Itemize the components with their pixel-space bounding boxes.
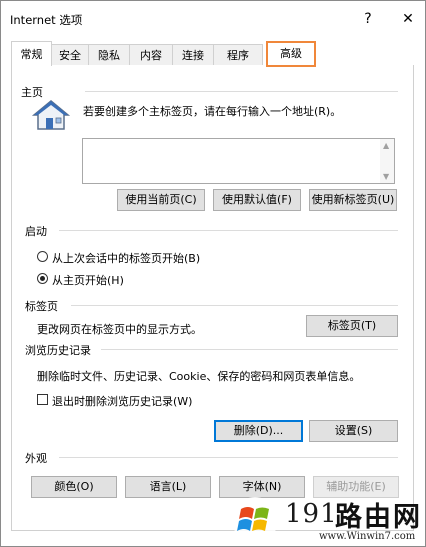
startup-home-label: 从主页开始(H): [52, 274, 124, 287]
internet-options-dialog: Internet 选项 ? ✕ 常规 安全 隐私 内容 连接 程序 高级 主页 …: [0, 0, 426, 547]
delete-history-button[interactable]: 删除(D)...: [214, 420, 303, 442]
windows-logo-icon: [232, 497, 278, 543]
help-button[interactable]: ?: [358, 9, 378, 29]
languages-button[interactable]: 语言(L): [125, 476, 211, 498]
watermark-brand: 路由网: [335, 502, 422, 533]
window-title: Internet 选项: [10, 13, 83, 27]
history-section-title: 浏览历史记录: [25, 344, 91, 357]
tab-programs[interactable]: 程序: [213, 44, 263, 65]
startup-section-title: 启动: [25, 225, 47, 238]
title-bar[interactable]: Internet 选项 ? ✕: [1, 1, 425, 37]
home-instruction: 若要创建多个主标签页，请在每行输入一个地址(R)。: [83, 105, 342, 118]
startup-last-session-radio[interactable]: [37, 251, 48, 262]
startup-section-divider: [59, 230, 398, 231]
tab-privacy[interactable]: 隐私: [88, 44, 130, 65]
home-section-divider: [85, 91, 398, 92]
delete-on-exit-checkbox[interactable]: [37, 394, 48, 405]
site-watermark: 191 路由网 www.Winwin7.com: [227, 489, 425, 546]
tab-connections[interactable]: 连接: [172, 44, 214, 65]
scroll-down-arrow-icon[interactable]: ▼: [383, 173, 389, 181]
scroll-up-arrow-icon[interactable]: ▲: [383, 142, 389, 150]
watermark-url: www.Winwin7.com: [319, 531, 416, 542]
startup-last-session-label: 从上次会话中的标签页开始(B): [52, 252, 201, 265]
appearance-section-title: 外观: [25, 452, 47, 465]
tabs-section-title: 标签页: [25, 300, 58, 313]
general-tab-panel: [11, 65, 414, 531]
address-box-scrollbar[interactable]: ▲ ▼: [380, 139, 394, 183]
appearance-section-divider: [59, 457, 398, 458]
tab-general[interactable]: 常规: [11, 41, 52, 66]
close-button[interactable]: ✕: [398, 9, 418, 29]
startup-home-radio[interactable]: [37, 273, 48, 284]
use-default-button[interactable]: 使用默认值(F): [213, 189, 301, 211]
tabs-section-divider: [71, 305, 398, 306]
delete-on-exit-label: 退出时删除浏览历史记录(W): [52, 395, 193, 408]
history-description: 删除临时文件、历史记录、Cookie、保存的密码和网页表单信息。: [37, 370, 361, 383]
home-page-address-box[interactable]: ▲ ▼: [82, 138, 395, 184]
tab-security[interactable]: 安全: [51, 44, 89, 65]
use-new-tab-button[interactable]: 使用新标签页(U): [309, 189, 397, 211]
tab-advanced[interactable]: 高级: [266, 41, 316, 67]
colors-button[interactable]: 颜色(O): [31, 476, 117, 498]
tabs-description: 更改网页在标签页中的显示方式。: [37, 323, 202, 336]
tab-content[interactable]: 内容: [129, 44, 173, 65]
watermark-number: 191: [285, 499, 338, 529]
tabs-settings-button[interactable]: 标签页(T): [306, 315, 398, 337]
history-settings-button[interactable]: 设置(S): [309, 420, 398, 442]
use-current-page-button[interactable]: 使用当前页(C): [117, 189, 205, 211]
history-section-divider: [101, 349, 398, 350]
house-icon: [31, 100, 71, 130]
